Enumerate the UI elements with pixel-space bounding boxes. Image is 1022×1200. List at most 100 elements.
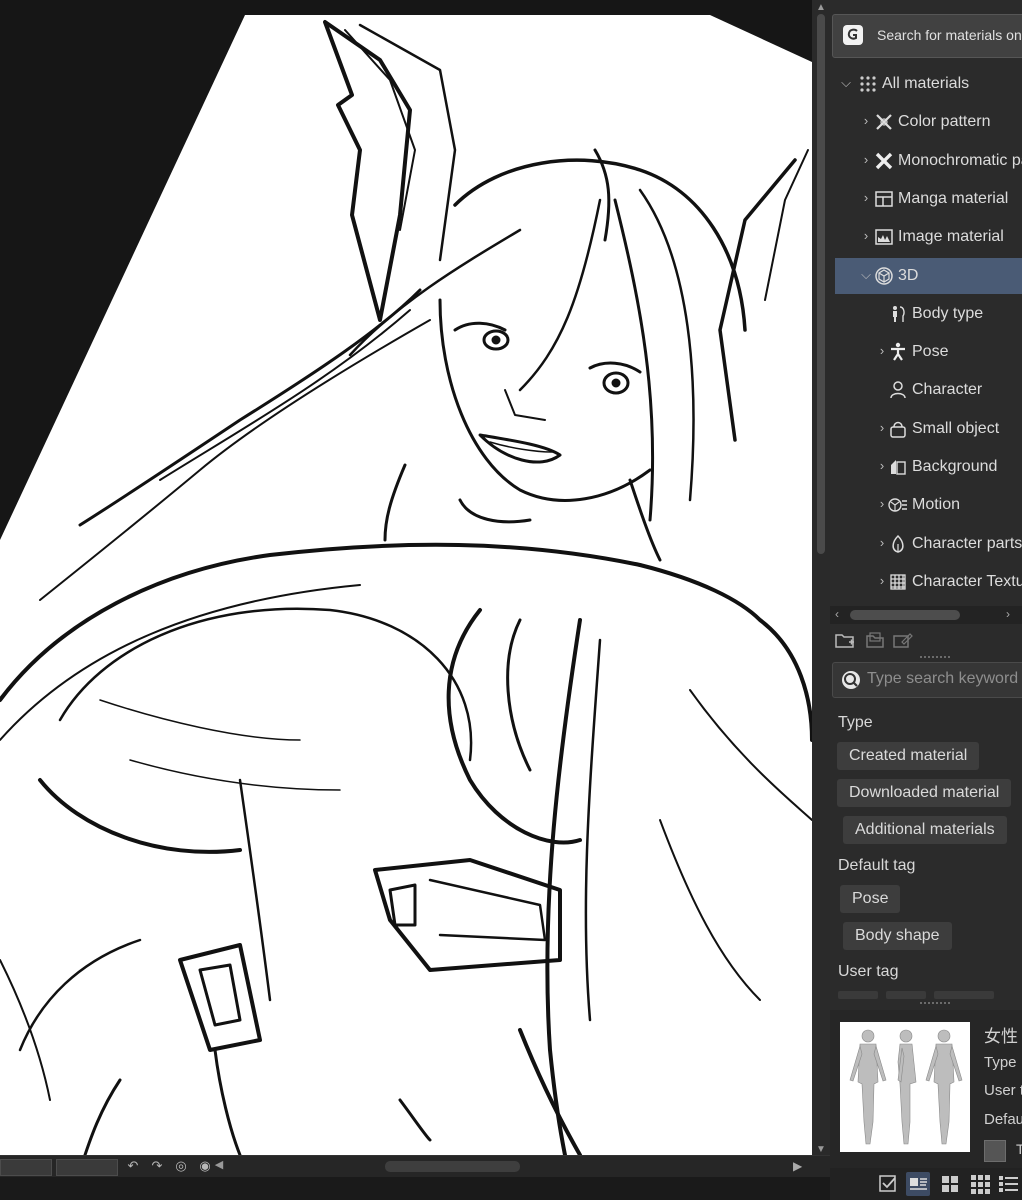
chip-created-material[interactable]: Created material (837, 742, 980, 770)
image-material-icon (875, 229, 893, 245)
tree-item-body-type[interactable]: Body type (830, 296, 1022, 332)
user-tag-chip[interactable] (934, 991, 994, 999)
chip-additional-materials[interactable]: Additional materials (843, 816, 1007, 844)
tree-item-label: All materials (882, 75, 970, 92)
manga-material-icon (875, 191, 893, 207)
tree-item-image-material[interactable]: › Image material (830, 219, 1022, 255)
material-panel: Search for materials on ASSETS ⌵ All mate… (830, 0, 1022, 1200)
canvas-status-bar: ↶ ↷ ◎ ◉ ◀ ▶ (0, 1155, 830, 1178)
new-folder-icon[interactable] (834, 630, 856, 650)
chevron-right-icon[interactable]: › (876, 420, 888, 435)
pose-icon (891, 342, 905, 361)
panel-splitter[interactable] (920, 656, 950, 661)
tree-item-label: Image material (898, 228, 1004, 246)
chip-body-shape[interactable]: Body shape (843, 922, 952, 950)
tree-item-manga-material[interactable]: › Manga material (830, 181, 1022, 217)
user-tag-chip[interactable] (886, 991, 926, 999)
chevron-right-icon[interactable]: › (860, 152, 872, 167)
chevron-right-icon[interactable]: › (876, 458, 888, 473)
character-icon (890, 381, 906, 399)
scroll-right-arrow-icon[interactable]: ▶ (793, 1159, 802, 1173)
tree-item-color-pattern[interactable]: › Color pattern (830, 104, 1022, 140)
chevron-right-icon[interactable]: › (876, 573, 888, 588)
material-preview-item[interactable]: 女性 Type User t Defau T (830, 1010, 1022, 1168)
canvas-vertical-scroll-thumb[interactable] (817, 14, 825, 554)
tree-item-monochromatic-pattern[interactable]: › Monochromatic pattern (830, 143, 1022, 179)
preview-checkbox[interactable] (984, 1140, 1006, 1162)
search-icon[interactable] (840, 669, 862, 691)
tree-item-label: Pose (912, 343, 949, 361)
background-icon (891, 460, 906, 475)
list-view-icon[interactable] (996, 1172, 1020, 1196)
tree-scroll-thumb[interactable] (850, 610, 960, 620)
tree-item-label: Background (912, 458, 998, 475)
chip-pose[interactable]: Pose (840, 885, 901, 913)
tree-item-label: Character (912, 381, 983, 399)
check-list-icon[interactable] (876, 1172, 900, 1196)
tree-item-pose[interactable]: › Pose (830, 334, 1022, 370)
keyword-search-input[interactable] (867, 669, 1022, 689)
chevron-right-icon[interactable]: › (860, 190, 872, 205)
tree-item-character-texture[interactable]: › Character Texture (830, 564, 1022, 600)
tree-toolbar (830, 626, 1022, 654)
small-object-icon (890, 421, 906, 438)
detail-view-icon[interactable] (906, 1172, 930, 1196)
chevron-down-icon[interactable]: ⌵ (840, 75, 852, 91)
default-tag-heading: Default tag (838, 857, 916, 874)
keyword-search-box (832, 662, 1022, 698)
canvas-horizontal-scroll-thumb[interactable] (385, 1161, 520, 1172)
tree-item-label: Manga material (898, 189, 1009, 207)
angle-field[interactable] (56, 1159, 118, 1176)
chevron-right-icon[interactable]: › (860, 228, 872, 243)
edit-folder-icon[interactable] (892, 630, 914, 650)
tree-item-background[interactable]: › Background (830, 449, 1022, 485)
tree-item-character[interactable]: Character (830, 372, 1022, 408)
bottom-strip (0, 1177, 830, 1200)
drawing-canvas[interactable] (0, 0, 812, 1155)
tree-item-all-materials[interactable]: ⌵ All materials (830, 66, 1022, 102)
tree-item-motion[interactable]: › Motion (830, 487, 1022, 523)
panel-footer-toolbar (830, 1168, 1022, 1200)
tree-item-small-object[interactable]: › Small object (830, 411, 1022, 447)
body-type-thumbnail (840, 1022, 970, 1152)
preview-checkbox-label: T (1016, 1141, 1022, 1157)
small-thumbnail-view-icon[interactable] (968, 1172, 992, 1196)
line-art-illustration (0, 15, 812, 1155)
character-texture-icon (890, 574, 906, 590)
scroll-left-arrow-icon[interactable]: ◀ (210, 1158, 228, 1171)
chevron-right-icon[interactable]: › (876, 343, 888, 358)
chip-downloaded-material[interactable]: Downloaded material (837, 779, 1012, 807)
tree-item-3d[interactable]: ⌵ 3D (835, 257, 1022, 294)
chevron-right-icon[interactable]: › (876, 496, 888, 511)
zoom-field[interactable] (0, 1159, 52, 1176)
color-pattern-icon (876, 114, 892, 131)
preview-default-tag-line: Defau (984, 1111, 1022, 1128)
tree-item-character-parts[interactable]: › Character parts (830, 526, 1022, 562)
grid-dots-icon (860, 76, 876, 92)
user-tag-chip[interactable] (838, 991, 878, 999)
body-type-icon (893, 305, 905, 322)
tree-item-label: Small object (912, 419, 1000, 437)
chevron-down-icon[interactable]: ⌵ (860, 267, 872, 283)
canvas-vertical-scrollbar[interactable]: ▲ ▼ (812, 0, 830, 1160)
rotate-left-icon[interactable]: ↶ (124, 1158, 142, 1174)
reset-rotation-icon[interactable]: ◎ (172, 1158, 190, 1174)
tree-item-label: Character parts (912, 534, 1022, 552)
large-thumbnail-view-icon[interactable] (938, 1172, 962, 1196)
type-heading: Type (838, 714, 873, 731)
chevron-right-icon[interactable]: › (876, 535, 888, 550)
tree-scroll-left-icon[interactable]: ‹ (835, 607, 839, 621)
preview-splitter[interactable] (920, 1002, 950, 1004)
tree-horizontal-scrollbar[interactable]: ‹ › (830, 606, 1022, 624)
tree-scroll-right-icon[interactable]: › (1006, 607, 1010, 621)
search-assets-button[interactable]: Search for materials on ASSETS (832, 14, 1022, 58)
rotate-right-icon[interactable]: ↷ (148, 1158, 166, 1174)
motion-icon (888, 498, 907, 512)
cube-3d-icon (875, 266, 893, 285)
duplicate-folder-icon[interactable] (864, 630, 886, 650)
tree-item-label: Color pattern (898, 113, 991, 131)
tree-item-label: Body type (912, 304, 984, 322)
assets-logo-icon (843, 25, 863, 45)
tree-item-label: Monochromatic pattern (898, 151, 1022, 169)
chevron-right-icon[interactable]: › (860, 113, 872, 128)
